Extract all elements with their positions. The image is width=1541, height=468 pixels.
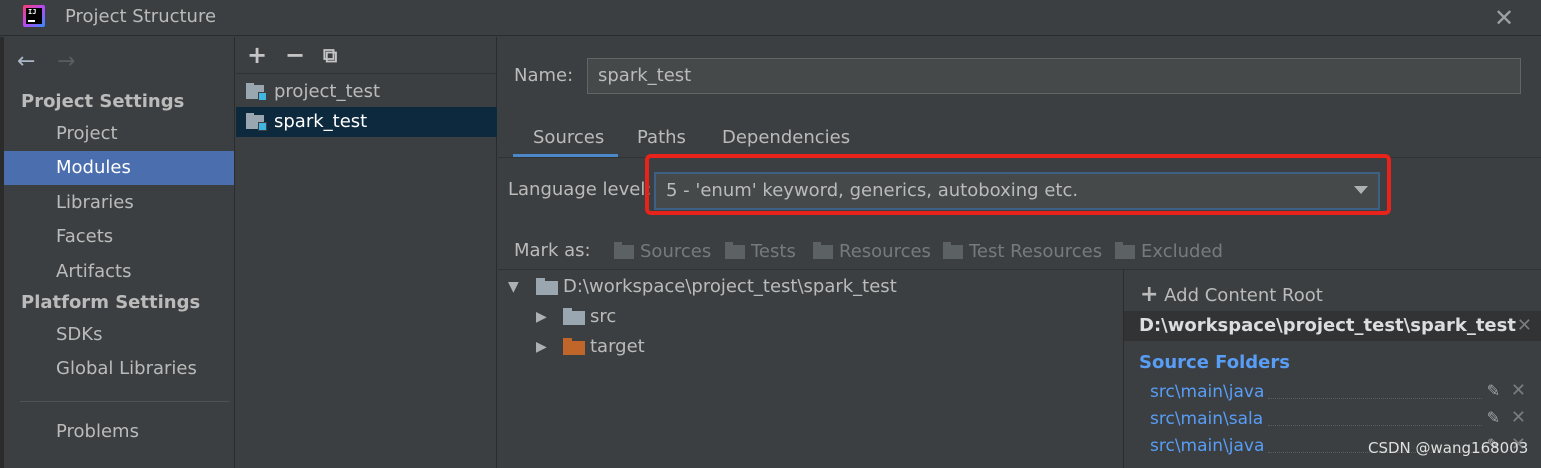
sidebar-item-project[interactable]: Project xyxy=(4,117,234,151)
source-folder-path: src\main\sala xyxy=(1150,409,1264,429)
title-bar: IJ Project Structure ✕ xyxy=(0,0,1541,36)
source-folder-row[interactable]: src\main\sala ✎ ✕ xyxy=(1150,407,1530,431)
close-icon[interactable]: ✕ xyxy=(1511,407,1526,428)
mark-as-label: Mark as: xyxy=(514,240,591,261)
mark-excluded-button[interactable]: Excluded xyxy=(1115,241,1223,262)
settings-sidebar: ← → Project Settings Project Modules Lib… xyxy=(4,37,235,468)
tree-root-label: D:\workspace\project_test\spark_test xyxy=(563,276,897,297)
tab-sources[interactable]: Sources xyxy=(533,127,604,148)
module-folder-icon xyxy=(246,83,268,101)
window-title: Project Structure xyxy=(65,6,217,27)
module-folder-icon xyxy=(246,113,268,131)
edit-icon[interactable]: ✎ xyxy=(1487,408,1500,427)
mark-tests-label: Tests xyxy=(751,241,796,262)
forward-arrow-icon: → xyxy=(57,49,76,74)
dotted-leader xyxy=(1268,398,1482,399)
add-module-button[interactable]: + xyxy=(247,41,267,69)
source-folders-heading: Source Folders xyxy=(1139,352,1290,373)
mark-test-resources-label: Test Resources xyxy=(969,241,1103,262)
source-folder-path: src\main\java xyxy=(1150,436,1265,456)
name-label: Name: xyxy=(514,65,574,86)
intellij-logo-icon: IJ xyxy=(23,5,45,27)
add-content-root-button[interactable]: + Add Content Root xyxy=(1140,282,1323,307)
sidebar-item-modules[interactable]: Modules xyxy=(4,151,234,185)
chevron-down-icon[interactable]: ▼ xyxy=(508,279,519,295)
sidebar-item-libraries[interactable]: Libraries xyxy=(4,186,234,220)
module-label: spark_test xyxy=(274,111,368,132)
tab-paths[interactable]: Paths xyxy=(637,127,686,148)
mark-excluded-label: Excluded xyxy=(1141,241,1223,262)
tree-item-label: target xyxy=(590,336,645,357)
folder-icon xyxy=(614,242,634,259)
sidebar-item-problems[interactable]: Problems xyxy=(4,415,234,449)
project-settings-heading: Project Settings xyxy=(21,91,185,112)
language-level-select[interactable]: 5 - 'enum' keyword, generics, autoboxing… xyxy=(654,172,1380,210)
sidebar-item-sdks[interactable]: SDKs xyxy=(4,318,234,352)
mark-resources-button[interactable]: Resources xyxy=(813,241,931,262)
dotted-leader xyxy=(1268,425,1482,426)
content-tree: ▼ D:\workspace\project_test\spark_test ▶… xyxy=(498,270,1123,468)
add-content-root-label: Add Content Root xyxy=(1164,285,1323,306)
sidebar-divider xyxy=(20,401,230,402)
chevron-right-icon[interactable]: ▶ xyxy=(536,309,547,325)
back-arrow-icon[interactable]: ← xyxy=(17,49,35,74)
remove-module-button[interactable]: − xyxy=(285,41,305,69)
source-folder-row[interactable]: src\main\java ✎ ✕ xyxy=(1150,380,1530,404)
close-icon[interactable]: ✕ xyxy=(1494,4,1514,32)
language-level-value: 5 - 'enum' keyword, generics, autoboxing… xyxy=(666,180,1079,201)
content-root-path: D:\workspace\project_test\spark_test xyxy=(1139,315,1516,336)
chevron-right-icon[interactable]: ▶ xyxy=(536,339,547,355)
content-root-header: D:\workspace\project_test\spark_test ✕ xyxy=(1124,311,1541,341)
module-label: project_test xyxy=(274,81,381,102)
folder-icon xyxy=(1115,242,1135,259)
folder-icon xyxy=(813,242,833,259)
sidebar-item-facets[interactable]: Facets xyxy=(4,220,234,254)
platform-settings-heading: Platform Settings xyxy=(21,292,201,313)
sidebar-item-artifacts[interactable]: Artifacts xyxy=(4,255,234,289)
tab-dependencies[interactable]: Dependencies xyxy=(722,127,850,148)
module-item-spark-test[interactable]: spark_test xyxy=(236,107,497,137)
mark-sources-button[interactable]: Sources xyxy=(614,241,711,262)
mark-sources-label: Sources xyxy=(640,241,712,262)
module-item-project-test[interactable]: project_test xyxy=(236,77,497,107)
mark-test-resources-button[interactable]: Test Resources xyxy=(943,241,1102,262)
tree-item-label: src xyxy=(590,306,617,327)
close-icon[interactable]: ✕ xyxy=(1517,311,1532,341)
excluded-folder-icon xyxy=(563,338,585,355)
chevron-down-icon xyxy=(1354,186,1368,194)
watermark: CSDN @wang168003 xyxy=(1368,439,1529,457)
sidebar-item-global-libraries[interactable]: Global Libraries xyxy=(4,352,234,386)
folder-icon xyxy=(725,242,745,259)
folder-icon xyxy=(943,242,963,259)
folder-icon xyxy=(563,308,585,325)
module-name-input[interactable]: spark_test xyxy=(587,58,1521,94)
module-settings-panel: Name: spark_test Sources Paths Dependenc… xyxy=(498,37,1541,468)
copy-module-button[interactable]: ⧉ xyxy=(323,43,337,67)
plus-icon: + xyxy=(1140,282,1159,307)
language-level-label: Language level: xyxy=(508,179,652,200)
module-list-panel: + − ⧉ project_test spark_test xyxy=(236,37,497,468)
folder-icon xyxy=(536,278,558,295)
edit-icon[interactable]: ✎ xyxy=(1487,381,1500,400)
source-folder-path: src\main\java xyxy=(1150,382,1265,402)
close-icon[interactable]: ✕ xyxy=(1511,380,1526,401)
mark-tests-button[interactable]: Tests xyxy=(725,241,796,262)
mark-resources-label: Resources xyxy=(839,241,931,262)
module-toolbar: + − ⧉ xyxy=(236,37,497,74)
